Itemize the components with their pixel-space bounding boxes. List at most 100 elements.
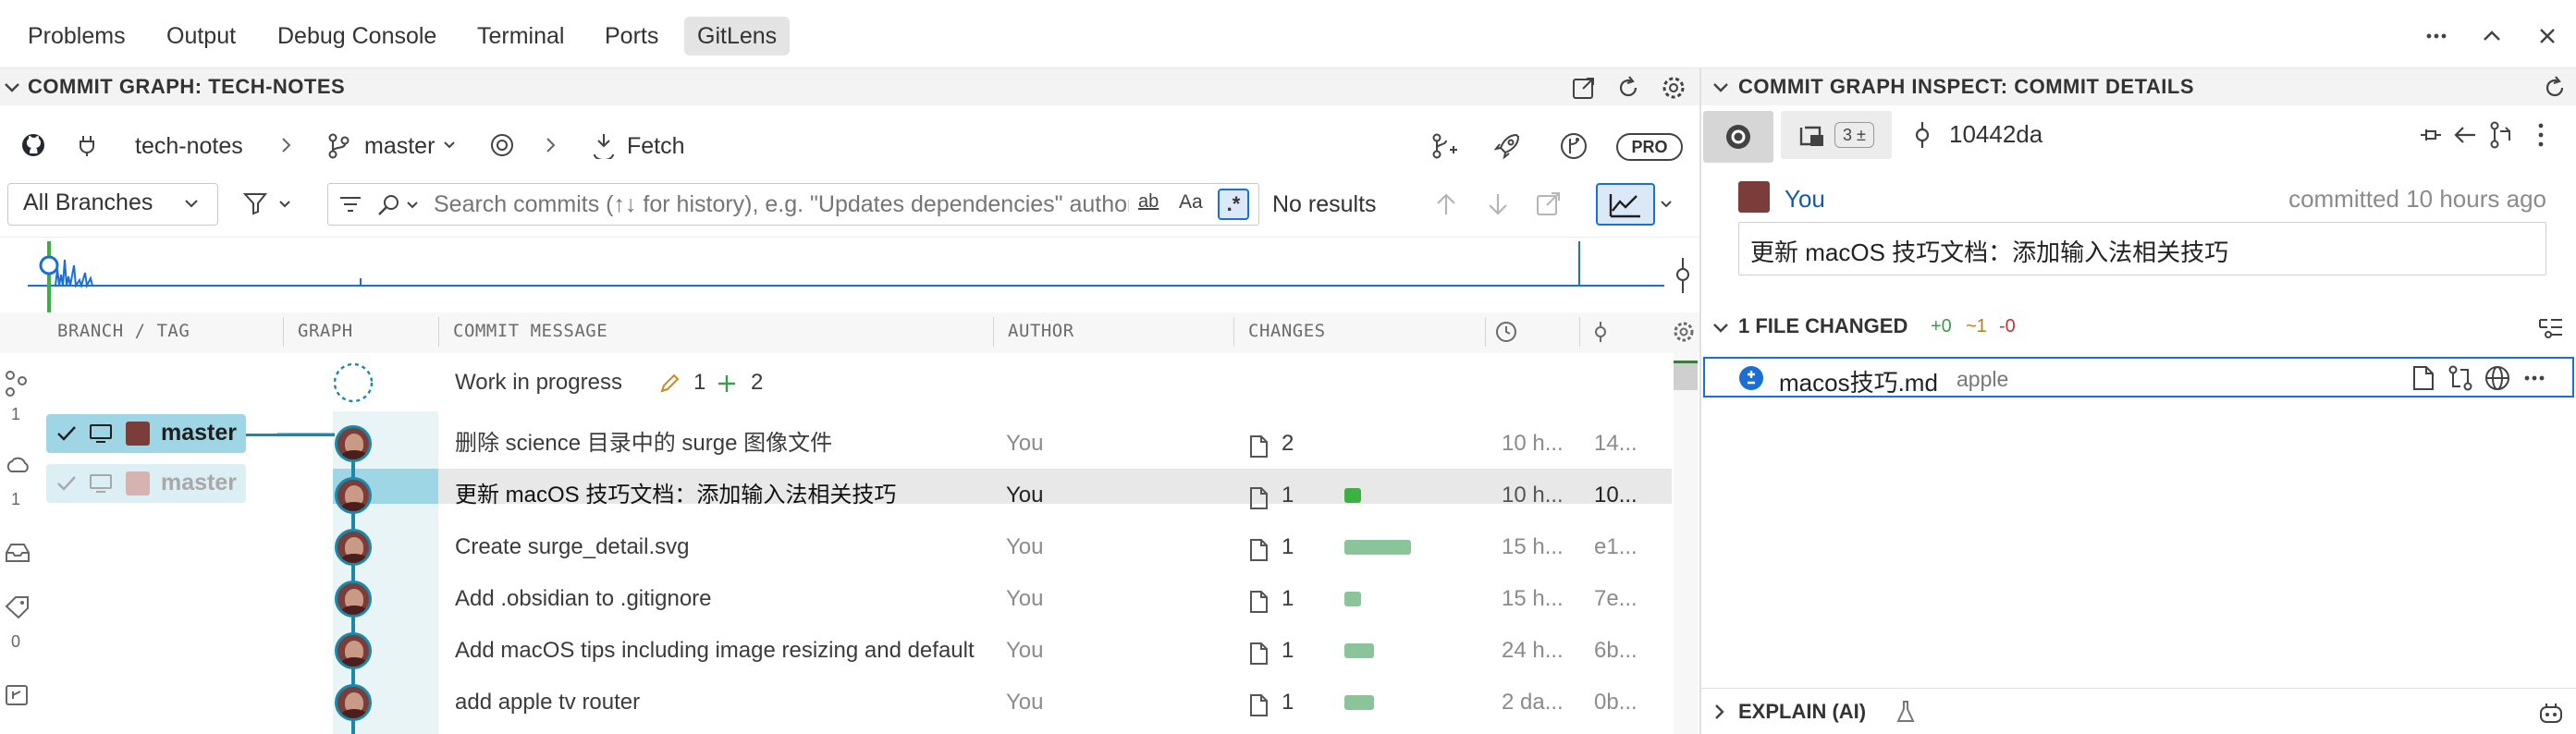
compare-branch-icon[interactable] <box>2487 120 2515 150</box>
file-modified-icon <box>1738 365 1764 391</box>
columns-settings-icon[interactable] <box>1672 320 1696 344</box>
commit-avatar <box>335 684 372 721</box>
more-actions-icon[interactable] <box>2532 120 2550 150</box>
fetch-button[interactable]: Fetch <box>627 128 685 165</box>
branches-select[interactable]: All Branches <box>7 183 218 226</box>
open-search-results-icon[interactable] <box>1535 190 1563 218</box>
gitlens-icon[interactable] <box>1559 131 1589 161</box>
cloud-sync-icon <box>1796 122 1827 150</box>
branch-selector[interactable]: master <box>364 128 435 165</box>
match-case-toggle[interactable]: ab <box>1138 191 1159 213</box>
github-icon[interactable] <box>20 132 46 158</box>
branch-dropdown-icon[interactable] <box>442 139 457 152</box>
column-divider[interactable] <box>1579 317 1580 347</box>
column-divider[interactable] <box>283 317 284 347</box>
commit-row[interactable]: 更新 macOS 技巧文档：添加输入法相关技巧 You 1 10 h... 10… <box>0 470 1699 521</box>
maximize-panel-icon[interactable] <box>2478 22 2506 50</box>
commit-time: 10 h... <box>1502 483 1564 508</box>
column-divider[interactable] <box>438 317 439 347</box>
graph-scrollbar[interactable] <box>1674 353 1698 734</box>
back-arrow-icon[interactable] <box>2452 122 2478 148</box>
stat-modified: ~1 <box>1966 316 1987 336</box>
column-divider[interactable] <box>993 317 994 347</box>
details-tab-commit[interactable] <box>1703 111 1773 163</box>
arrow-up-icon[interactable] <box>1433 190 1459 218</box>
author-link[interactable]: You <box>1785 185 1825 214</box>
target-icon[interactable] <box>488 131 516 159</box>
commit-sha-icon[interactable] <box>1589 320 1613 344</box>
view-as-tree-icon[interactable] <box>2537 314 2565 340</box>
file-icon <box>1248 538 1269 562</box>
commit-row[interactable]: Add .obsidian to .gitignore You 1 15 h..… <box>0 573 1699 625</box>
search-input[interactable] <box>434 188 1129 221</box>
commit-time: 15 h... <box>1502 534 1564 559</box>
column-branch-tag[interactable]: BRANCH / TAG <box>57 321 190 341</box>
tab-debug-console[interactable]: Debug Console <box>264 17 449 55</box>
changed-files-count: 2 <box>1282 431 1294 456</box>
compare-changes-icon[interactable] <box>2447 364 2474 392</box>
pane-divider[interactable] <box>1699 68 1701 734</box>
scrollbar-thumb[interactable] <box>1674 361 1698 390</box>
commit-row[interactable]: 删除 science 目录中的 surge 图像文件 You 2 10 h...… <box>0 418 1699 470</box>
refresh-icon[interactable] <box>2541 74 2569 102</box>
clock-icon[interactable] <box>1494 320 1518 344</box>
plug-icon[interactable] <box>74 132 100 158</box>
tab-problems[interactable]: Problems <box>15 17 139 55</box>
column-commit-message[interactable]: COMMIT MESSAGE <box>453 321 607 341</box>
search-icon[interactable] <box>376 192 402 218</box>
globe-icon[interactable] <box>2484 364 2511 392</box>
column-author[interactable]: AUTHOR <box>1008 321 1074 341</box>
open-file-icon[interactable] <box>2410 364 2437 392</box>
filter-lines-icon[interactable] <box>337 192 363 216</box>
filter-dropdown-icon[interactable] <box>277 198 292 211</box>
more-actions-icon[interactable] <box>2521 364 2548 392</box>
changed-file-row[interactable]: macos技巧.md apple <box>1703 357 2574 398</box>
filter-icon[interactable] <box>242 190 270 216</box>
details-tab-wip[interactable]: 3 ± <box>1781 111 1892 159</box>
commit-row[interactable]: add apple tv router You 1 2 da... 0b... <box>0 677 1699 728</box>
tab-output[interactable]: Output <box>153 17 249 55</box>
search-box: ab Aa .* <box>327 183 1259 226</box>
repo-name[interactable]: tech-notes <box>135 128 243 165</box>
chevron-down-icon[interactable] <box>1711 78 1731 98</box>
match-word-toggle[interactable]: Aa <box>1179 191 1203 214</box>
refresh-icon[interactable] <box>1614 74 1642 102</box>
arrow-down-icon[interactable] <box>1485 190 1511 218</box>
column-header-row <box>0 312 1699 353</box>
plus-icon <box>716 373 738 395</box>
close-panel-icon[interactable] <box>2533 22 2561 50</box>
rocket-icon[interactable] <box>1492 131 1522 161</box>
search-mode-dropdown-icon[interactable] <box>406 200 419 211</box>
pro-badge[interactable]: PRO <box>1616 133 1683 161</box>
column-divider[interactable] <box>1485 317 1486 347</box>
tab-ports[interactable]: Ports <box>592 17 671 55</box>
chevron-down-icon[interactable] <box>2 78 22 98</box>
copilot-icon[interactable] <box>2537 700 2565 726</box>
regex-toggle[interactable]: .* <box>1218 189 1249 220</box>
settings-gear-icon[interactable] <box>1660 74 1687 102</box>
open-in-editor-icon[interactable] <box>1570 74 1598 102</box>
fetch-icon[interactable] <box>590 131 618 159</box>
pin-icon[interactable] <box>2417 122 2443 148</box>
file-icon <box>1248 590 1269 614</box>
commit-message-box[interactable]: 更新 macOS 技巧文档：添加输入法相关技巧 <box>1738 222 2546 275</box>
branches-icon[interactable] <box>4 370 28 398</box>
column-graph[interactable]: GRAPH <box>298 321 353 341</box>
more-actions-icon[interactable] <box>2423 22 2450 50</box>
commit-sha: e1... <box>1594 534 1638 559</box>
tab-gitlens[interactable]: GitLens <box>684 17 791 55</box>
files-changed-header[interactable]: 1 FILE CHANGED +0 ~1 -0 <box>1701 309 2576 346</box>
changed-files-count: 1 <box>1282 483 1294 508</box>
commit-row[interactable]: Add macOS tips including image resizing … <box>0 625 1699 677</box>
commit-sha-label[interactable]: 10442da <box>1949 120 2042 149</box>
column-divider[interactable] <box>1233 317 1234 347</box>
minimap-toggle[interactable] <box>1596 183 1655 226</box>
explain-ai-section[interactable]: EXPLAIN (AI) <box>1701 688 2576 734</box>
minimap-dropdown-icon[interactable] <box>1659 198 1674 211</box>
column-changes[interactable]: CHANGES <box>1248 321 1326 341</box>
commit-row[interactable]: Create surge_detail.svg You 1 15 h... e1… <box>0 521 1699 573</box>
create-branch-icon[interactable] <box>1429 131 1459 161</box>
commit-minimap[interactable] <box>0 237 1699 313</box>
tab-terminal[interactable]: Terminal <box>464 17 577 55</box>
commit-message: 删除 science 目录中的 surge 图像文件 <box>455 431 833 456</box>
